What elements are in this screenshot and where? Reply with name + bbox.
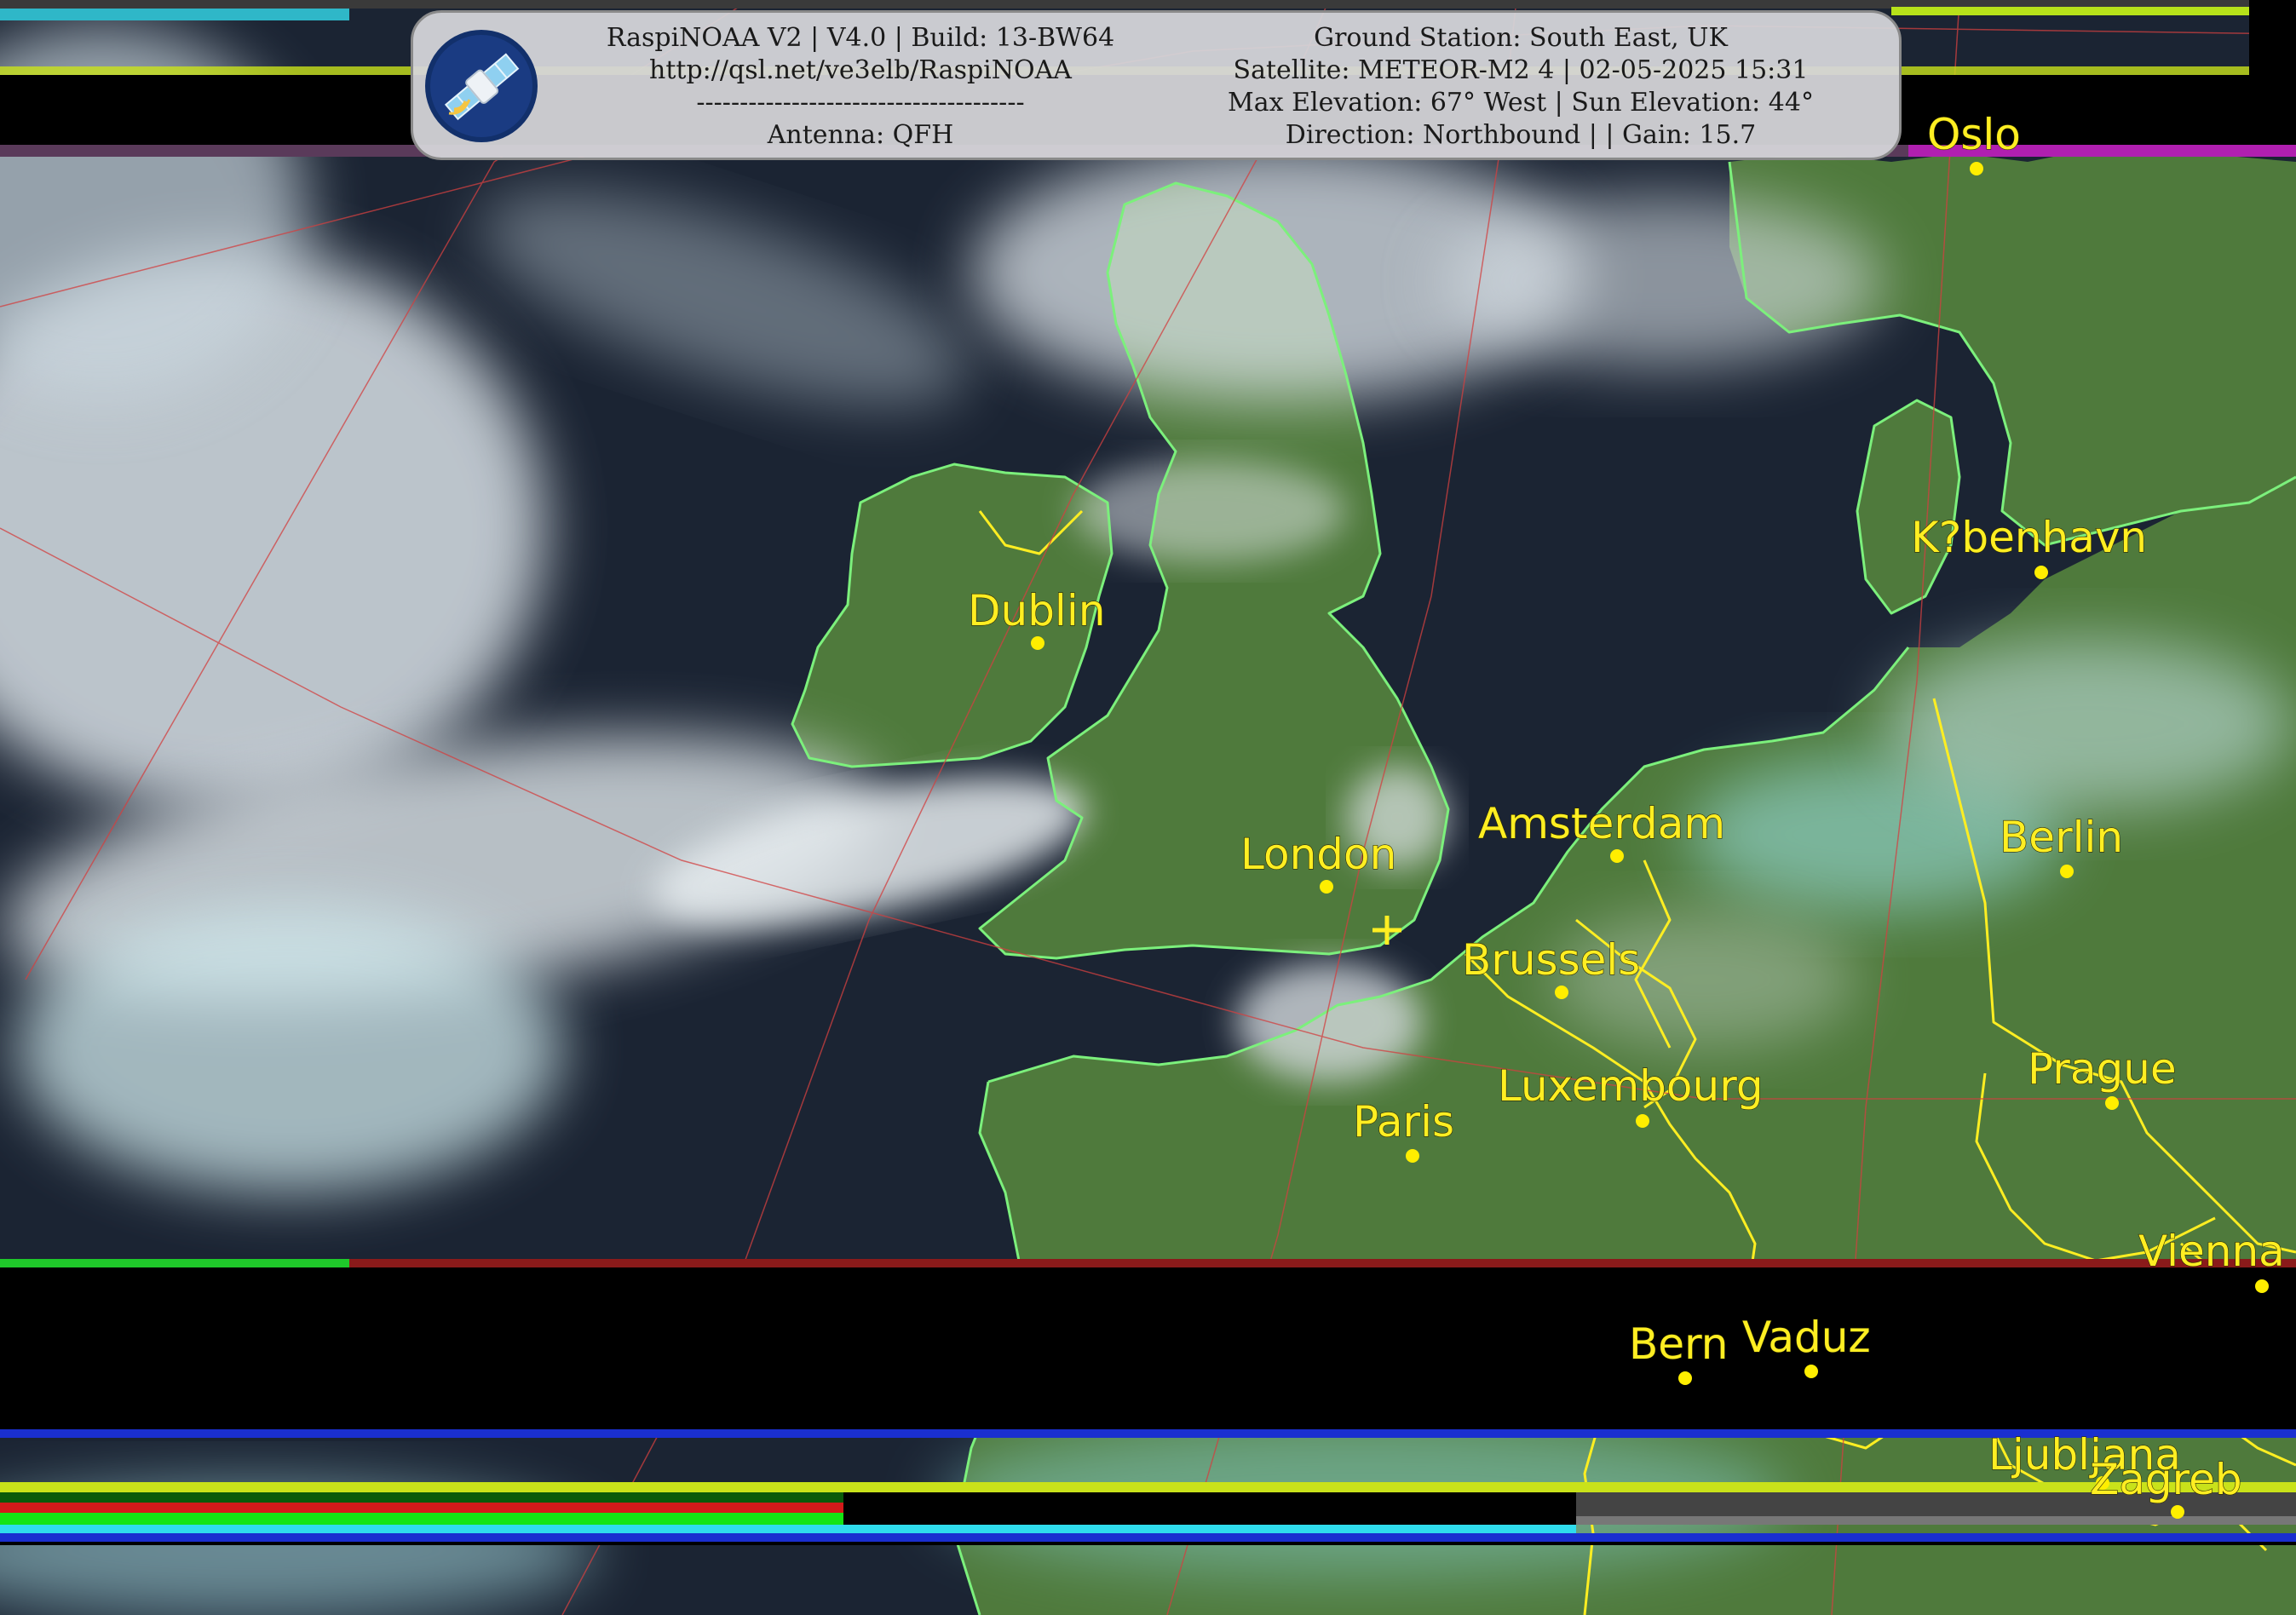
city-label: Zagreb bbox=[2090, 1455, 2242, 1504]
direction-gain-info: Direction: Northbound | | Gain: 15.7 bbox=[1285, 120, 1757, 150]
weather-map: Oslo K?benhavn Dublin Amsterdam Berlin L… bbox=[0, 0, 2296, 1615]
city-dot bbox=[1555, 986, 1568, 999]
separator-line: -------------------------------------- bbox=[696, 88, 1025, 118]
city-label: Paris bbox=[1353, 1097, 1454, 1147]
ground-station-info: Ground Station: South East, UK bbox=[1314, 23, 1728, 53]
city-label: Luxembourg bbox=[1498, 1061, 1764, 1111]
city-dot bbox=[2171, 1505, 2184, 1519]
city-label: K?benhavn bbox=[1911, 513, 2147, 562]
city-label: Oslo bbox=[1927, 110, 2021, 159]
satellite-icon bbox=[423, 28, 539, 144]
build-info: RaspiNOAA V2 | V4.0 | Build: 13-BW64 bbox=[606, 23, 1115, 53]
satellite-info: Satellite: METEOR-M2 4 | 02-05-2025 15:3… bbox=[1233, 55, 1809, 85]
city-dot bbox=[1406, 1149, 1419, 1163]
city-label: Dublin bbox=[968, 586, 1105, 635]
city-dot bbox=[1970, 162, 1983, 175]
city-dot bbox=[1610, 849, 1624, 863]
elevation-info: Max Elevation: 67° West | Sun Elevation:… bbox=[1228, 88, 1814, 118]
city-dot bbox=[2105, 1096, 2119, 1110]
antenna-info: Antenna: QFH bbox=[767, 120, 954, 150]
info-banner: RaspiNOAA V2 | V4.0 | Build: 13-BW64 htt… bbox=[411, 10, 1902, 160]
city-dot bbox=[1031, 636, 1044, 650]
city-dot bbox=[1678, 1371, 1692, 1385]
city-label: Brussels bbox=[1462, 935, 1640, 985]
city-dot bbox=[1636, 1114, 1649, 1128]
city-dot bbox=[2255, 1279, 2269, 1293]
city-dot bbox=[2060, 865, 2074, 878]
city-label: Vaduz bbox=[1742, 1313, 1871, 1362]
city-dot bbox=[1804, 1365, 1818, 1378]
city-label: Amsterdam bbox=[1478, 799, 1725, 848]
city-label: Bern bbox=[1629, 1319, 1728, 1369]
city-label: Berlin bbox=[2000, 813, 2123, 862]
city-label: London bbox=[1240, 830, 1396, 879]
city-dot bbox=[2034, 566, 2048, 579]
project-url[interactable]: http://qsl.net/ve3elb/RaspiNOAA bbox=[588, 55, 1133, 86]
city-label: Vienna bbox=[2138, 1227, 2285, 1276]
city-dot bbox=[1320, 880, 1333, 894]
satellite-image: Oslo K?benhavn Dublin Amsterdam Berlin L… bbox=[0, 0, 2296, 1615]
city-label: Prague bbox=[2028, 1044, 2177, 1094]
